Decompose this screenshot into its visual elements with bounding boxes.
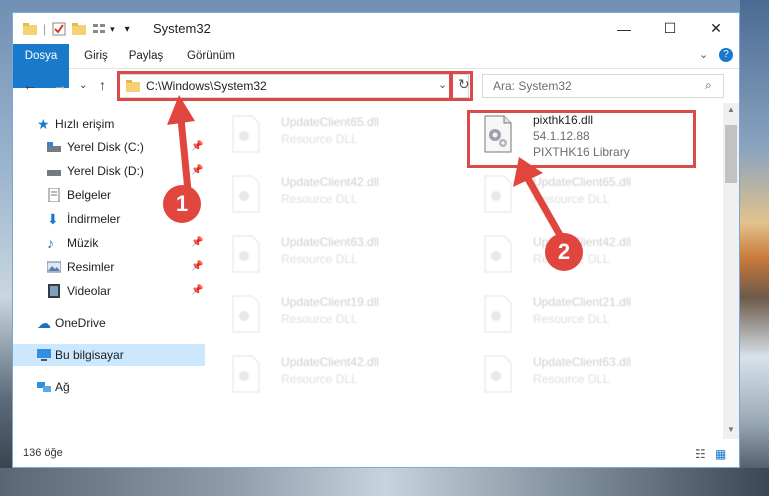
videos-icon (48, 284, 60, 298)
ribbon-tabs: Dosya Giriş Paylaş Görünüm ⌄ ? (13, 44, 739, 88)
pin-icon[interactable]: 📌 (191, 280, 203, 302)
annotation-highlight-refresh (450, 71, 473, 101)
computer-icon (37, 349, 51, 361)
properties-icon[interactable] (52, 22, 66, 36)
sidebar-item-this-pc[interactable]: Bu bilgisayar (13, 344, 205, 366)
dll-file-icon (484, 355, 512, 393)
ribbon-expand-icon[interactable]: ⌄ (699, 48, 708, 61)
dll-file-icon (232, 115, 260, 153)
network-icon (37, 382, 51, 392)
dropdown-arrow-icon[interactable]: ▾ (110, 24, 115, 35)
drive-icon (47, 142, 61, 152)
recent-locations-icon[interactable]: ⌄ (79, 80, 87, 91)
minimize-button[interactable]: — (601, 13, 647, 44)
vertical-scrollbar[interactable]: ▲ ▼ (723, 103, 739, 439)
explorer-window: | ▾ ▾ System32 — ☐ ✕ Dosya Giriş Paylaş … (12, 12, 740, 468)
tab-share[interactable]: Paylaş (125, 44, 167, 68)
file-item[interactable]: UpdateClient19.dll Resource DLL (213, 293, 443, 337)
file-item[interactable]: UpdateClient65.dll Resource DLL (213, 113, 443, 157)
dll-file-icon (232, 355, 260, 393)
scrollbar-thumb[interactable] (725, 125, 737, 183)
sidebar-item-videos[interactable]: Videolar 📌 (13, 280, 205, 302)
large-icons-view-icon[interactable]: ▦ (715, 447, 726, 461)
window-title: System32 (153, 21, 211, 36)
back-arrow-icon[interactable]: ← (23, 77, 37, 93)
forward-arrow-icon[interactable]: → (53, 77, 67, 93)
folder-icon (23, 23, 37, 35)
annotation-badge-1: 1 (163, 185, 201, 223)
close-button[interactable]: ✕ (693, 13, 739, 44)
taskbar-area (0, 468, 769, 496)
quick-access-toolbar: | ▾ ▾ (23, 21, 130, 37)
dll-file-icon (232, 175, 260, 213)
search-box[interactable]: Ara: System32 ⌕ (482, 74, 724, 98)
sidebar-item-onedrive[interactable]: ☁ OneDrive (13, 312, 205, 334)
pin-icon[interactable]: 📌 (191, 232, 203, 254)
dll-file-icon (232, 235, 260, 273)
documents-icon (48, 188, 60, 202)
star-icon: ★ (37, 116, 50, 132)
up-arrow-icon[interactable]: ↑ (99, 77, 106, 93)
file-item[interactable]: UpdateClient42.dll Resource DLL (213, 173, 443, 217)
new-folder-icon[interactable] (72, 22, 87, 36)
drive-icon (47, 170, 61, 176)
scroll-up-icon[interactable]: ▲ (727, 105, 735, 114)
annotation-badge-2: 2 (545, 233, 583, 271)
pictures-icon (47, 261, 61, 273)
cloud-icon: ☁ (37, 315, 51, 331)
help-icon[interactable]: ? (719, 48, 733, 62)
file-item[interactable]: UpdateClient63.dll Resource DLL (465, 353, 695, 397)
scroll-down-icon[interactable]: ▼ (727, 425, 735, 434)
sidebar-item-music[interactable]: ♪ Müzik 📌 (13, 232, 205, 254)
desktop-background (740, 0, 769, 496)
dll-file-icon (484, 295, 512, 333)
navigation-bar: ← → ⌄ ↑ C:\Windows\System32 ⌄ ↻ Ara: Sys… (13, 71, 739, 101)
view-menu-icon[interactable] (92, 22, 106, 36)
customize-qa-icon[interactable]: ▾ (125, 24, 130, 35)
details-view-icon[interactable]: ☷ (695, 447, 706, 461)
music-icon: ♪ (47, 235, 54, 251)
title-bar: | ▾ ▾ System32 — ☐ ✕ (13, 13, 739, 44)
file-item[interactable]: UpdateClient63.dll Resource DLL (213, 233, 443, 277)
maximize-button[interactable]: ☐ (647, 13, 693, 44)
file-item[interactable]: UpdateClient21.dll Resource DLL (465, 293, 695, 337)
tab-view[interactable]: Görünüm (183, 44, 239, 68)
search-icon: ⌕ (705, 78, 712, 92)
dll-file-icon (232, 295, 260, 333)
sidebar-item-network[interactable]: Ağ (13, 376, 205, 398)
item-count: 136 öğe (23, 447, 63, 459)
pin-icon[interactable]: 📌 (191, 256, 203, 278)
file-item[interactable]: UpdateClient42.dll Resource DLL (213, 353, 443, 397)
download-icon: ⬇ (47, 211, 59, 227)
sidebar-item-pictures[interactable]: Resimler 📌 (13, 256, 205, 278)
search-placeholder: Ara: System32 (493, 79, 572, 93)
tab-home[interactable]: Giriş (81, 44, 111, 68)
